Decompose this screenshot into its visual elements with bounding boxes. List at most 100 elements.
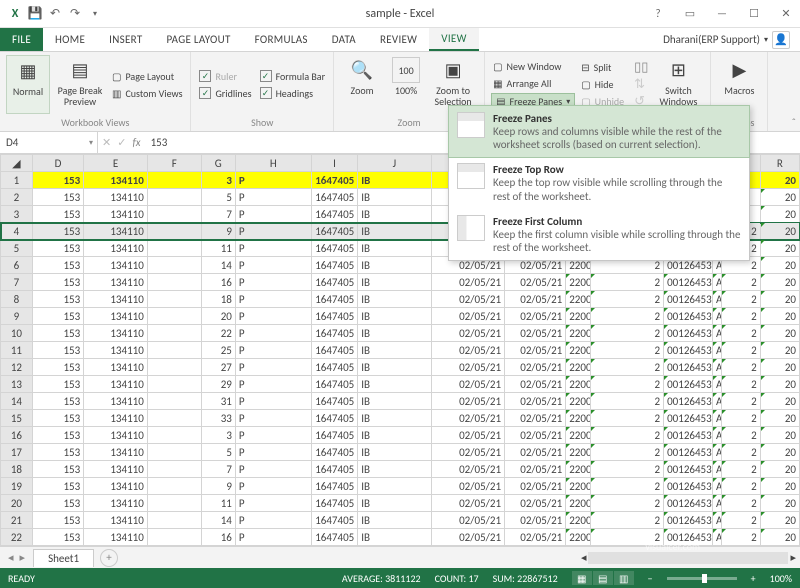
cell[interactable]: P bbox=[235, 478, 311, 495]
cell[interactable]: 153 bbox=[32, 410, 83, 427]
cell[interactable]: P bbox=[235, 172, 311, 189]
cell[interactable]: 2 bbox=[590, 512, 663, 529]
cell[interactable]: 02/05/21 bbox=[431, 495, 504, 512]
cell[interactable]: 20 bbox=[760, 342, 799, 359]
freeze-top-row-option[interactable]: Freeze Top Row Keep the top row visible … bbox=[449, 157, 749, 208]
cell[interactable]: P bbox=[235, 444, 311, 461]
cell[interactable]: 1647405 bbox=[311, 308, 357, 325]
cell[interactable]: AA bbox=[713, 495, 722, 512]
cell[interactable] bbox=[147, 495, 201, 512]
cell[interactable]: IB bbox=[358, 512, 431, 529]
cell[interactable]: 20 bbox=[760, 274, 799, 291]
row-header[interactable]: 1 bbox=[1, 172, 33, 189]
cell[interactable]: 1647405 bbox=[311, 189, 357, 206]
cell[interactable]: 153 bbox=[32, 240, 83, 257]
cell[interactable]: 220016 bbox=[566, 512, 590, 529]
cell[interactable]: P bbox=[235, 461, 311, 478]
cell[interactable]: AA bbox=[713, 410, 722, 427]
cell[interactable]: 2 bbox=[721, 393, 760, 410]
cell[interactable]: AA bbox=[713, 427, 722, 444]
cell[interactable]: IB bbox=[358, 478, 431, 495]
cell[interactable]: IB bbox=[358, 376, 431, 393]
cell[interactable]: 2 bbox=[721, 410, 760, 427]
page-break-preview-button[interactable]: ▤ Page Break Preview bbox=[54, 55, 106, 114]
cell[interactable]: 134110 bbox=[84, 189, 148, 206]
cell[interactable]: 20 bbox=[760, 223, 799, 240]
cell[interactable]: 2 bbox=[721, 529, 760, 546]
cell[interactable]: 20 bbox=[760, 461, 799, 478]
cell[interactable]: IB bbox=[358, 240, 431, 257]
cell[interactable]: 1647405 bbox=[311, 444, 357, 461]
cell[interactable]: 2 bbox=[590, 359, 663, 376]
cell[interactable]: 220012 bbox=[566, 342, 590, 359]
cell[interactable]: AA bbox=[713, 308, 722, 325]
cell[interactable]: 02/05/21 bbox=[505, 461, 566, 478]
cell[interactable]: 29 bbox=[201, 376, 235, 393]
help-icon[interactable]: ? bbox=[644, 4, 672, 24]
cell[interactable]: 134110 bbox=[84, 478, 148, 495]
cell[interactable]: 02/05/21 bbox=[505, 359, 566, 376]
arrange-all-button[interactable]: ▦Arrange All bbox=[491, 76, 575, 91]
undo-icon[interactable]: ↶ bbox=[46, 5, 64, 23]
cell[interactable] bbox=[147, 393, 201, 410]
cell[interactable]: 02/05/21 bbox=[505, 393, 566, 410]
cell[interactable]: 153 bbox=[32, 291, 83, 308]
cell[interactable]: P bbox=[235, 512, 311, 529]
cell[interactable]: 134110 bbox=[84, 376, 148, 393]
cell[interactable]: 00126453 bbox=[664, 461, 713, 478]
cell[interactable]: 00126453 bbox=[664, 478, 713, 495]
sync-scroll-icon[interactable]: ⇅ bbox=[634, 77, 645, 92]
view-normal-icon[interactable]: ▦ bbox=[572, 571, 592, 585]
formula-bar-checkbox[interactable]: ✓Formula Bar bbox=[258, 69, 328, 84]
cell[interactable]: 134110 bbox=[84, 495, 148, 512]
sheet-next-icon[interactable]: ▸ bbox=[20, 551, 26, 564]
cell[interactable] bbox=[147, 291, 201, 308]
zoom-level[interactable]: 100% bbox=[770, 572, 792, 585]
row-header[interactable]: 22 bbox=[1, 529, 33, 546]
cell[interactable]: IB bbox=[358, 291, 431, 308]
cell[interactable]: 20 bbox=[760, 325, 799, 342]
cell[interactable]: 220012 bbox=[566, 376, 590, 393]
cell[interactable]: IB bbox=[358, 308, 431, 325]
cell[interactable]: 31 bbox=[201, 393, 235, 410]
row-header[interactable]: 18 bbox=[1, 461, 33, 478]
cell[interactable]: P bbox=[235, 257, 311, 274]
cell[interactable]: 20 bbox=[760, 308, 799, 325]
cell[interactable]: P bbox=[235, 410, 311, 427]
cell[interactable]: 134110 bbox=[84, 325, 148, 342]
cell[interactable]: 1647405 bbox=[311, 478, 357, 495]
cell[interactable]: AA bbox=[713, 359, 722, 376]
cell[interactable]: 220012 bbox=[566, 325, 590, 342]
cell[interactable]: 00126453 bbox=[664, 427, 713, 444]
cell[interactable]: 153 bbox=[32, 461, 83, 478]
cell[interactable]: AA bbox=[713, 291, 722, 308]
row-header[interactable]: 13 bbox=[1, 376, 33, 393]
cell[interactable] bbox=[147, 257, 201, 274]
col-header-I[interactable]: I bbox=[311, 155, 357, 172]
cell[interactable]: 27 bbox=[201, 359, 235, 376]
cell[interactable]: P bbox=[235, 189, 311, 206]
cell[interactable]: 2 bbox=[590, 291, 663, 308]
col-header-D[interactable]: D bbox=[32, 155, 83, 172]
cell[interactable]: P bbox=[235, 274, 311, 291]
cell[interactable]: 25 bbox=[201, 342, 235, 359]
cell[interactable]: 1647405 bbox=[311, 325, 357, 342]
cell[interactable] bbox=[147, 359, 201, 376]
tab-data[interactable]: DATA bbox=[320, 28, 368, 51]
cell[interactable]: 02/05/21 bbox=[505, 325, 566, 342]
cell[interactable]: 2 bbox=[721, 359, 760, 376]
cell[interactable]: 153 bbox=[32, 223, 83, 240]
cell[interactable]: 5 bbox=[201, 189, 235, 206]
hscroll-left-icon[interactable]: ◂ bbox=[581, 551, 587, 564]
cell[interactable] bbox=[147, 427, 201, 444]
ribbon-options-icon[interactable]: ▭ bbox=[676, 4, 704, 24]
zoom-out-icon[interactable]: − bbox=[648, 572, 653, 585]
cell[interactable]: 16 bbox=[201, 529, 235, 546]
cell[interactable]: 153 bbox=[32, 189, 83, 206]
cell[interactable]: 11 bbox=[201, 495, 235, 512]
cell[interactable]: 02/05/21 bbox=[431, 410, 504, 427]
cell[interactable]: 1647405 bbox=[311, 291, 357, 308]
cell[interactable]: 220012 bbox=[566, 359, 590, 376]
cell[interactable]: 00126453 bbox=[664, 342, 713, 359]
cell[interactable]: 220016 bbox=[566, 495, 590, 512]
